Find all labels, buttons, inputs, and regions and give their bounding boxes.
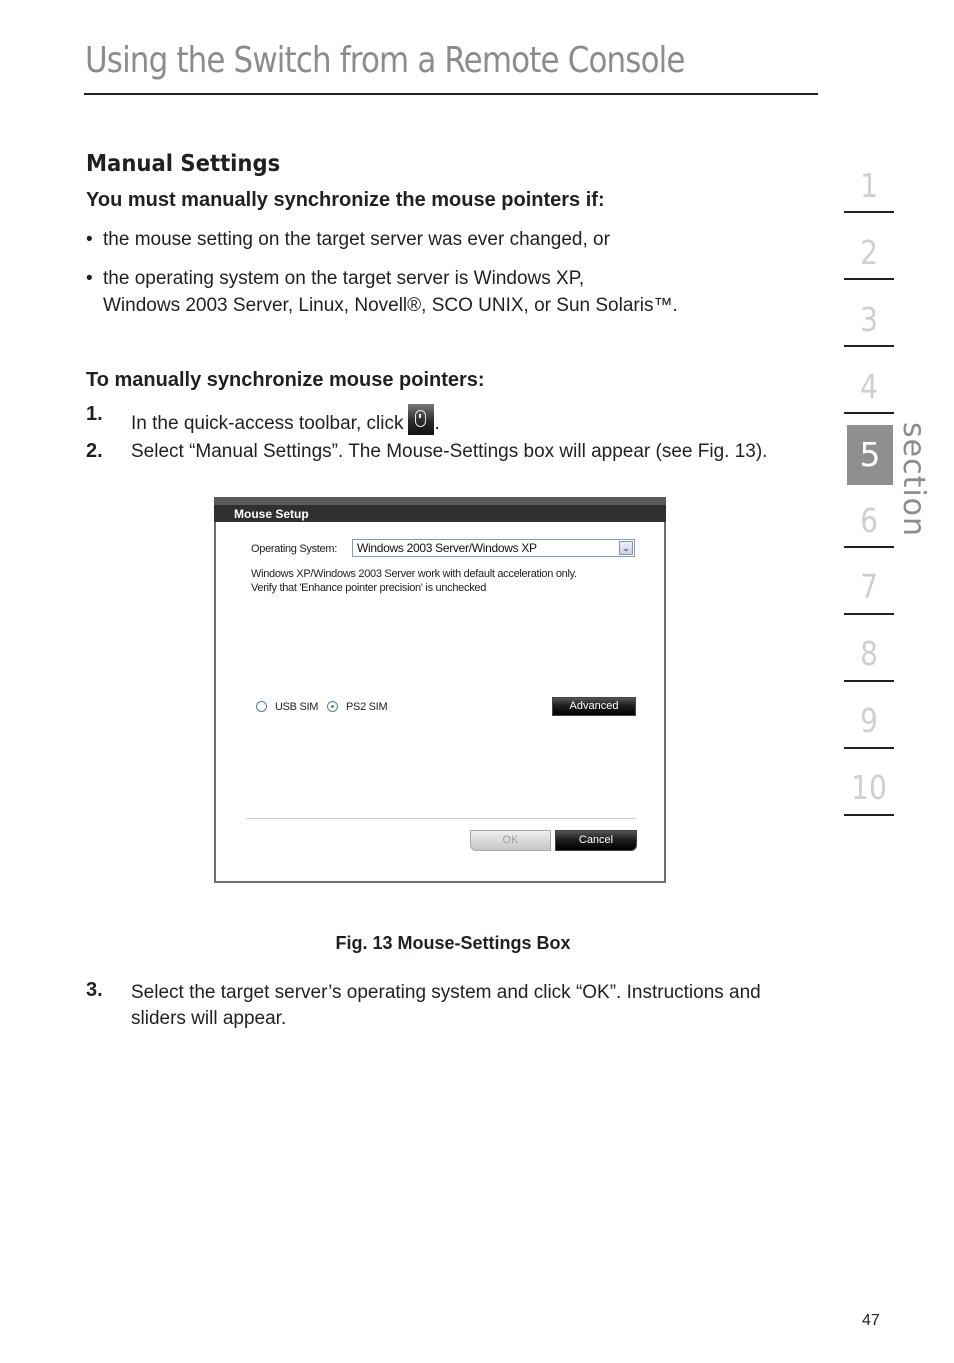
mouse-setup-dialog: Mouse Setup Operating System: Windows 20…	[214, 497, 666, 883]
figure-caption: Fig. 13 Mouse-Settings Box	[335, 933, 571, 953]
bullet-text: the operating system on the target serve…	[103, 268, 585, 289]
section-nav-divider	[844, 211, 894, 213]
section-nav-active-label: 5	[859, 435, 881, 474]
ok-button[interactable]: OK	[470, 830, 551, 851]
radio-usb-sim[interactable]	[256, 701, 267, 712]
section-nav-item-4[interactable]: 4	[848, 367, 891, 406]
procedure-heading: To manually synchronize mouse pointers:	[86, 369, 485, 391]
dialog-top-bar	[214, 497, 666, 505]
section-nav-divider	[844, 345, 894, 347]
title-divider	[84, 93, 818, 95]
step-3: 3. Select the target server’s operating …	[86, 979, 761, 1029]
bullet-glyph: •	[86, 229, 93, 250]
step-1: 1. In the quick-access toolbar, click.	[86, 403, 440, 435]
section-nav-item-6[interactable]: 6	[848, 501, 891, 540]
section-nav-divider	[844, 613, 894, 615]
section-nav-divider	[844, 412, 894, 414]
mouse-settings-icon	[408, 404, 435, 435]
step-text: Select the target server’s operating sys…	[131, 982, 761, 1003]
info-line: Verify that 'Enhance pointer precision' …	[251, 582, 487, 594]
step-text-continued: sliders will appear.	[131, 1008, 287, 1029]
step-2: 2. Select “Manual Settings”. The Mouse-S…	[86, 440, 767, 463]
cancel-button[interactable]: Cancel	[555, 830, 637, 851]
bullet-text: the mouse setting on the target server w…	[103, 229, 610, 250]
os-select-value: Windows 2003 Server/Windows XP	[357, 541, 537, 555]
bullet-text-continued: Windows 2003 Server, Linux, Novell®, SCO…	[103, 295, 678, 316]
os-label: Operating System:	[251, 543, 337, 555]
step-number: 3.	[86, 979, 103, 1001]
bullet-item: • the operating system on the target serv…	[86, 265, 678, 319]
step-text: Select “Manual Settings”. The Mouse-Sett…	[131, 441, 768, 462]
section-nav-item-10[interactable]: 10	[848, 768, 891, 807]
advanced-button[interactable]: Advanced	[552, 697, 636, 716]
step-number: 1.	[86, 403, 103, 425]
radio-usb-sim-label: USB SIM	[275, 701, 319, 713]
chevron-down-icon[interactable]: ⌄	[619, 541, 633, 555]
step-number: 2.	[86, 440, 103, 462]
section-nav-divider	[844, 680, 894, 682]
section-nav-divider	[844, 278, 894, 280]
section-heading: Manual Settings	[86, 151, 281, 177]
section-nav-item-8[interactable]: 8	[848, 634, 891, 673]
step-text: In the quick-access toolbar, click	[131, 413, 404, 434]
bullet-item: • the mouse setting on the target server …	[86, 226, 610, 253]
step-suffix: .	[434, 413, 440, 434]
bullet-glyph: •	[86, 268, 93, 289]
section-nav-divider	[844, 546, 894, 548]
section-nav-item-9[interactable]: 9	[848, 701, 891, 740]
page-title: Using the Switch from a Remote Console	[85, 40, 685, 81]
dialog-title: Mouse Setup	[234, 507, 309, 521]
section-nav-item-2[interactable]: 2	[848, 233, 891, 272]
section-label: section	[896, 422, 931, 538]
conditions-heading: You must manually synchronize the mouse …	[86, 189, 605, 211]
radio-ps2-sim-label: PS2 SIM	[346, 701, 388, 713]
page-number: 47	[862, 1312, 880, 1329]
os-select[interactable]: Windows 2003 Server/Windows XP ⌄	[352, 539, 635, 557]
section-nav-item-3[interactable]: 3	[848, 300, 891, 339]
section-nav-item-1[interactable]: 1	[848, 166, 891, 205]
section-nav-divider	[844, 814, 894, 816]
dialog-titlebar: Mouse Setup	[214, 505, 666, 522]
section-nav-item-7[interactable]: 7	[848, 567, 891, 606]
radio-ps2-sim[interactable]	[327, 701, 338, 712]
section-nav-item-5-active[interactable]: 5	[847, 425, 893, 485]
info-line: Windows XP/Windows 2003 Server work with…	[251, 568, 577, 580]
section-nav-divider	[844, 747, 894, 749]
dialog-separator	[246, 818, 636, 819]
